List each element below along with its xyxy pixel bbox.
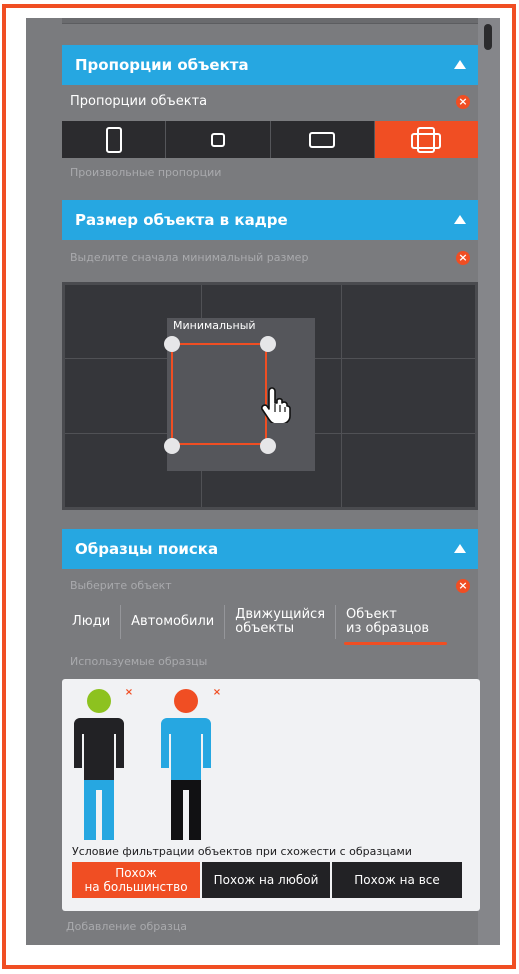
section-header-search-samples[interactable]: Образцы поиска — [62, 529, 478, 569]
proportion-free-button[interactable] — [374, 121, 478, 158]
tab-cars[interactable]: Автомобили — [121, 605, 226, 639]
tab-moving-objects[interactable]: Движущийся объекты — [225, 605, 337, 639]
collapse-arrow-icon[interactable] — [454, 60, 466, 69]
tab-people[interactable]: Люди — [62, 605, 122, 639]
object-type-tabs: Люди Автомобили Движущийся объекты Объект… — [62, 602, 478, 645]
filter-like-majority-button[interactable]: Похож на большинство — [72, 862, 202, 898]
filter-like-any-button[interactable]: Похож на любой — [202, 862, 332, 898]
sample-person-orange-icon[interactable] — [157, 688, 215, 840]
landscape-icon — [309, 131, 336, 148]
remove-sample-1-icon[interactable]: × — [124, 688, 134, 698]
selection-rectangle[interactable] — [171, 343, 267, 445]
collapse-arrow-icon[interactable] — [454, 215, 466, 224]
proportion-portrait-button[interactable] — [62, 121, 167, 158]
square-icon — [210, 132, 225, 147]
remove-sample-2-icon[interactable]: × — [212, 688, 222, 698]
free-proportion-icon — [411, 126, 442, 153]
clear-object-size-icon[interactable]: × — [456, 251, 470, 265]
object-size-hint: Выделите сначала минимальный размер — [70, 251, 309, 264]
add-sample-label: Добавление образца — [66, 920, 188, 933]
samples-container: × × Условие фильтрации объектов при схож… — [62, 679, 480, 911]
proportions-hint: Произвольные пропорции — [70, 166, 222, 179]
previous-section-edge — [62, 18, 478, 24]
scrollbar-thumb[interactable] — [484, 24, 492, 50]
minimum-size-label: Минимальный — [173, 319, 256, 332]
settings-panel: Пропорции объекта Пропорции объекта × Пр… — [26, 18, 500, 945]
sample-person-green-icon[interactable] — [70, 688, 128, 840]
hand-pointer-icon — [261, 387, 291, 423]
resize-handle-bottom-left[interactable] — [164, 438, 180, 454]
search-samples-hint: Выберите объект — [70, 579, 172, 592]
collapse-arrow-icon[interactable] — [454, 544, 466, 553]
filter-condition-label: Условие фильтрации объектов при схожести… — [72, 845, 412, 858]
proportions-label: Пропорции объекта — [70, 94, 208, 109]
used-samples-label: Используемые образцы — [70, 655, 208, 668]
resize-handle-bottom-right[interactable] — [260, 438, 276, 454]
section-header-object-size[interactable]: Размер объекта в кадре — [62, 200, 478, 240]
section-title: Образцы поиска — [75, 540, 219, 558]
portrait-icon — [105, 126, 122, 153]
tab-object-from-samples[interactable]: Объект из образцов — [336, 605, 448, 645]
resize-handle-top-right[interactable] — [260, 336, 276, 352]
filter-like-all-button[interactable]: Похож на все — [332, 862, 462, 898]
resize-handle-top-left[interactable] — [164, 336, 180, 352]
section-header-proportions[interactable]: Пропорции объекта — [62, 45, 478, 85]
size-frame-preview[interactable]: Минимальный — [62, 282, 478, 510]
clear-proportions-icon[interactable]: × — [456, 95, 470, 109]
filter-condition-selector: Похож на большинство Похож на любой Похож… — [72, 862, 462, 898]
scrollbar[interactable] — [478, 18, 500, 945]
proportion-square-button[interactable] — [166, 121, 271, 158]
proportion-landscape-button[interactable] — [271, 121, 375, 158]
clear-search-samples-icon[interactable]: × — [456, 579, 470, 593]
section-title: Пропорции объекта — [75, 56, 249, 74]
section-title: Размер объекта в кадре — [75, 211, 288, 229]
proportion-selector — [62, 121, 478, 158]
